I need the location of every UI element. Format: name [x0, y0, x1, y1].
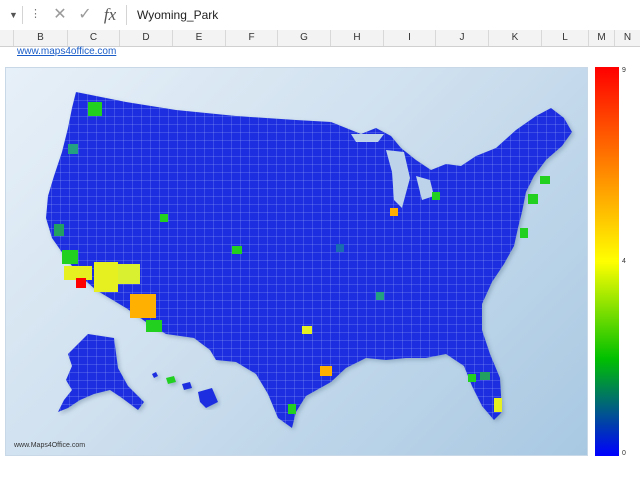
name-box[interactable]: ▼	[0, 6, 23, 24]
chevron-down-icon[interactable]: ▼	[9, 10, 18, 20]
sheet-grid-area[interactable]	[0, 462, 640, 480]
county-borders	[46, 92, 572, 428]
column-header[interactable]: H	[331, 30, 384, 46]
county-highlight	[160, 214, 168, 222]
county-highlight	[76, 278, 86, 288]
hawaii-island	[198, 388, 218, 408]
county-highlight	[54, 224, 64, 236]
county-highlight	[62, 250, 78, 264]
column-header[interactable]: F	[226, 30, 278, 46]
us-county-map	[46, 92, 572, 428]
alaska	[58, 334, 144, 412]
county-highlight	[146, 320, 162, 332]
contiguous-us	[46, 92, 572, 428]
column-header[interactable]: D	[120, 30, 173, 46]
county-map-chart[interactable]: www.Maps4Office.com	[5, 67, 588, 456]
legend-mid-label: 4	[622, 258, 626, 265]
county-highlight	[494, 398, 502, 412]
alaska-borders	[58, 334, 144, 412]
county-highlight	[468, 374, 476, 382]
column-header[interactable]: M	[589, 30, 615, 46]
county-highlight	[376, 292, 384, 300]
enter-button[interactable]: ✓	[75, 5, 95, 25]
county-highlight	[520, 228, 528, 238]
formula-bar: ▼ ⋮ ✕ ✓ fx Wyoming_Park	[0, 0, 640, 31]
county-highlight	[302, 326, 312, 334]
insert-function-button[interactable]: fx	[100, 5, 120, 25]
hawaii	[152, 372, 218, 408]
county-highlight	[320, 366, 332, 376]
column-header-a-partial[interactable]	[0, 30, 14, 46]
column-header[interactable]: E	[173, 30, 226, 46]
county-highlight	[390, 208, 398, 216]
county-highlight	[88, 102, 102, 116]
county-highlight	[288, 404, 296, 414]
column-header[interactable]: K	[489, 30, 542, 46]
county-highlight	[118, 264, 140, 284]
county-highlight	[336, 244, 344, 252]
column-header[interactable]: C	[68, 30, 120, 46]
map-watermark: www.Maps4Office.com	[14, 442, 86, 449]
website-link[interactable]: www.maps4office.com	[17, 46, 116, 57]
more-options-icon[interactable]: ⋮	[30, 7, 41, 20]
legend-max-label: 9	[622, 67, 626, 74]
county-highlight	[480, 372, 490, 380]
county-highlight	[232, 246, 242, 254]
color-scale-legend	[595, 67, 619, 456]
column-header[interactable]: N	[615, 30, 640, 46]
county-highlight	[68, 144, 78, 154]
column-header[interactable]: G	[278, 30, 331, 46]
column-header-row: B C D E F G H I J K L M N	[0, 30, 640, 47]
hawaii-island	[152, 372, 158, 378]
column-header[interactable]: L	[542, 30, 589, 46]
county-highlight	[64, 266, 92, 280]
county-highlight	[94, 262, 118, 292]
legend-min-label: 0	[622, 450, 626, 457]
county-highlight	[528, 194, 538, 204]
column-header[interactable]: J	[436, 30, 489, 46]
county-highlight	[130, 294, 156, 318]
column-header[interactable]: B	[14, 30, 68, 46]
county-highlight	[432, 192, 440, 200]
cancel-button[interactable]: ✕	[50, 5, 70, 25]
formula-input[interactable]: Wyoming_Park	[126, 5, 640, 25]
hawaii-island	[166, 376, 176, 384]
county-highlight	[540, 176, 550, 184]
hawaii-island	[182, 382, 192, 390]
column-header[interactable]: I	[384, 30, 436, 46]
